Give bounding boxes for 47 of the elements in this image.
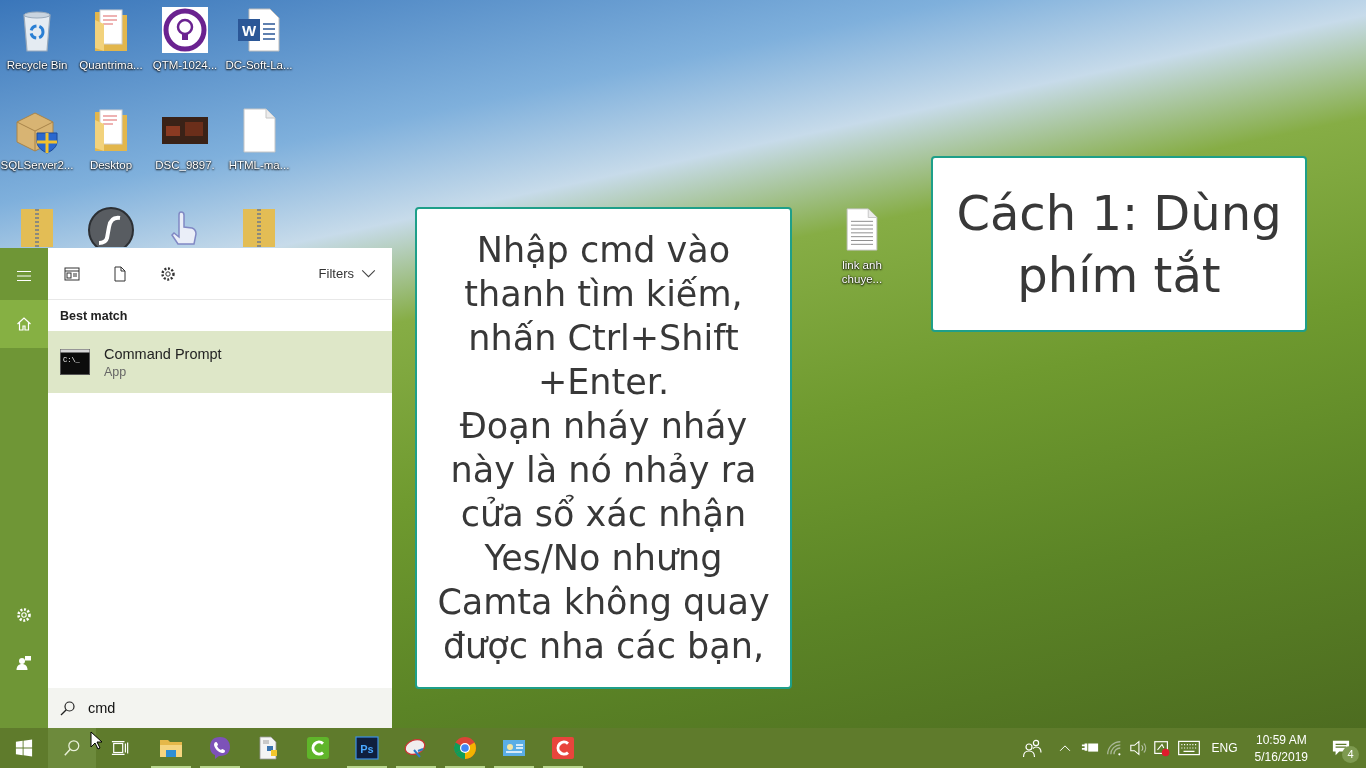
- ps-app-icon: Ps: [354, 736, 379, 760]
- windows-logo-icon: [15, 739, 33, 757]
- search-icon: [63, 739, 81, 757]
- desktop-icon-label[interactable]: HTML-ma...: [228, 159, 290, 171]
- search-field[interactable]: cmd: [48, 688, 392, 728]
- search-icon: [60, 700, 76, 716]
- desktop-icon-label[interactable]: Desktop: [89, 159, 133, 171]
- desktop-icon-label[interactable]: SQLServer2...: [0, 159, 74, 171]
- lightbulb-app-icon[interactable]: [161, 6, 209, 54]
- user-icon: [16, 655, 32, 671]
- input-language[interactable]: ENG: [1203, 741, 1247, 755]
- chevron-down-icon: [361, 269, 376, 278]
- desktop-icon-label[interactable]: QTM-1024...: [152, 59, 218, 71]
- clock-time[interactable]: 10:59 AM: [1255, 732, 1307, 747]
- result-title: Command Prompt: [104, 345, 222, 362]
- browser-icon: [452, 736, 477, 760]
- instruction-text: Nhập cmd vào thanh tìm kiếm, nhấn Ctrl+Shift +Enter. Đoạn nháy nháy này là nó nhảy ra cửa sổ xác nhận Yes/No nhưng Camta không quay được nha các bạn,: [437, 229, 770, 668]
- desktop-icon-label[interactable]: Quantrima...: [79, 59, 143, 71]
- filters-dropdown[interactable]: Filters: [316, 262, 378, 285]
- title-text: Cách 1: Dùng phím tắt: [956, 184, 1282, 305]
- home-icon: [16, 316, 32, 332]
- notification-count: 4: [1342, 746, 1359, 763]
- volume-icon[interactable]: [1128, 739, 1147, 757]
- desktop-icon-label[interactable]: DC-Soft-La...: [225, 59, 293, 71]
- app-alert-icon[interactable]: [1152, 739, 1171, 757]
- app-window-icon: [64, 265, 80, 282]
- settings-icon: [160, 265, 176, 282]
- document-icon: [112, 265, 128, 282]
- wifi-icon[interactable]: [1104, 739, 1123, 757]
- task-view-icon: [111, 739, 129, 757]
- menu-icon: [16, 268, 32, 284]
- search-button[interactable]: [48, 728, 96, 768]
- c-logo-app-icon: [305, 736, 330, 760]
- desktop-icon-label[interactable]: DSC_9897.: [155, 159, 215, 171]
- mouse-pointer-icon: [90, 731, 102, 750]
- curve-circle-app-icon[interactable]: [87, 206, 135, 247]
- section-heading: Best match: [59, 308, 129, 325]
- phone-chat-icon: [207, 736, 232, 760]
- people-icon[interactable]: [1021, 738, 1042, 758]
- desktop-icon-label[interactable]: link anh chuye...: [832, 258, 892, 286]
- text-file-icon[interactable]: [844, 206, 880, 252]
- satellite-dish-icon: [403, 736, 428, 760]
- settings-icon: [16, 607, 32, 623]
- desktop-icon-label[interactable]: Recycle Bin: [6, 59, 68, 71]
- clock-date[interactable]: 5/16/2019: [1254, 749, 1308, 764]
- result-type: App: [104, 364, 128, 379]
- c-logo-app-icon: [550, 736, 575, 760]
